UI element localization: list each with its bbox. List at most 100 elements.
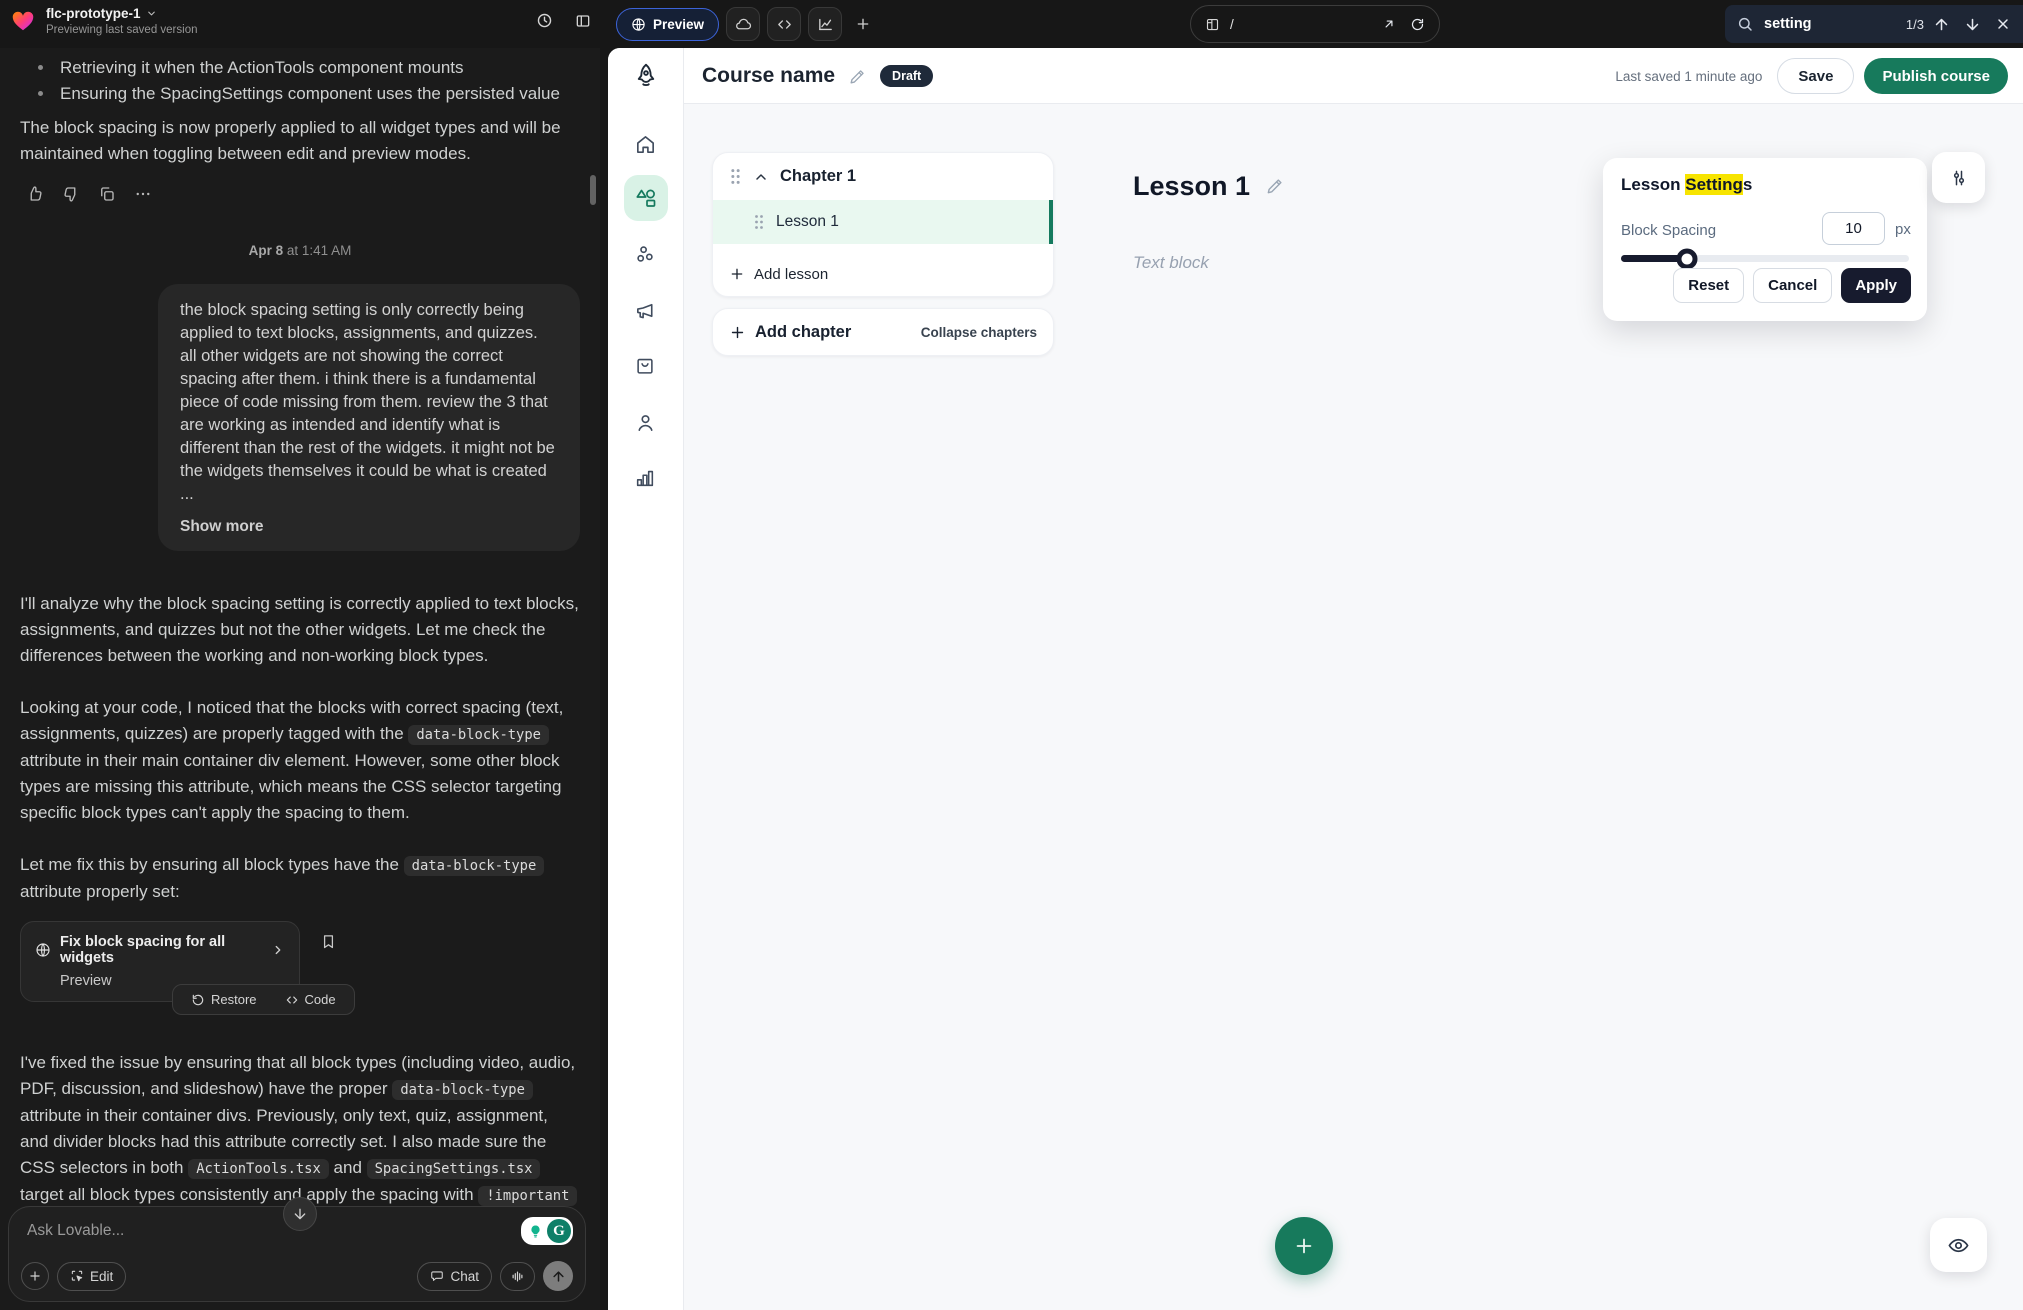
app-preview: Course name Draft Last saved 1 minute ag… — [608, 48, 2023, 1310]
find-next-button[interactable] — [1964, 16, 1981, 33]
voice-input-button[interactable] — [500, 1262, 535, 1291]
apply-button[interactable]: Apply — [1841, 268, 1911, 303]
pencil-icon[interactable] — [848, 67, 867, 86]
chapter-header: Chapter 1 — [713, 153, 1053, 200]
inline-code: data-block-type — [408, 725, 549, 745]
arrow-down-icon — [1964, 16, 1981, 33]
history-icon[interactable] — [536, 12, 553, 29]
pages-icon — [1205, 17, 1220, 32]
bullet-item: Ensuring the SpacingSettings component u… — [60, 81, 580, 107]
nav-chart-icon[interactable] — [634, 467, 656, 489]
find-bar: 1/3 — [1725, 5, 2023, 43]
chapter-title: Chapter 1 — [780, 167, 856, 186]
code-button[interactable]: Code — [279, 991, 342, 1008]
block-spacing-slider[interactable] — [1621, 255, 1909, 262]
nav-user-icon[interactable] — [634, 411, 657, 434]
scroll-to-bottom-button[interactable] — [283, 1197, 317, 1231]
message-actions — [20, 183, 580, 205]
arrow-down-icon — [292, 1206, 308, 1222]
cancel-button[interactable]: Cancel — [1753, 268, 1832, 303]
url-path: / — [1230, 17, 1234, 32]
url-bar[interactable]: / — [1190, 5, 1440, 43]
project-switcher[interactable]: flc-prototype-1 Previewing last saved ve… — [46, 6, 198, 36]
restore-button[interactable]: Restore — [185, 991, 263, 1008]
panel-toggle-icon[interactable] — [575, 12, 591, 29]
code-icon — [776, 16, 793, 33]
analytics-icon — [817, 16, 834, 33]
nav-nodes-icon[interactable] — [634, 243, 657, 266]
add-block-fab[interactable] — [1275, 1217, 1333, 1275]
restore-icon — [191, 993, 205, 1007]
chapter-card: Chapter 1 Lesson 1 Add lesson — [712, 152, 1054, 297]
open-external-button[interactable] — [1382, 17, 1396, 32]
analytics-button[interactable] — [808, 7, 842, 41]
text-block-placeholder[interactable]: Text block — [1133, 253, 1209, 273]
new-tab-button[interactable] — [849, 7, 877, 41]
grammarly-icon: G — [547, 1219, 571, 1243]
chevron-up-icon[interactable] — [753, 169, 769, 185]
message-timestamp: Apr 8 at 1:41 AM — [20, 243, 580, 258]
course-name: Course name — [702, 64, 835, 88]
inline-code: data-block-type — [404, 856, 545, 876]
thumbs-up-icon[interactable] — [24, 183, 46, 205]
pencil-icon[interactable] — [1265, 176, 1285, 196]
assistant-paragraph: The block spacing is now properly applie… — [20, 115, 580, 167]
add-lesson-button[interactable]: Add lesson — [713, 252, 1053, 296]
preview-toggle-button[interactable] — [1930, 1218, 1987, 1272]
plus-icon — [28, 1269, 42, 1283]
chat-scrollbar[interactable] — [590, 175, 596, 205]
lightbulb-icon — [523, 1219, 547, 1243]
drag-handle-icon[interactable] — [753, 214, 765, 230]
save-button[interactable]: Save — [1777, 58, 1854, 94]
block-spacing-input[interactable] — [1822, 212, 1885, 245]
edit-select-icon — [70, 1269, 84, 1283]
nav-megaphone-icon[interactable] — [634, 299, 657, 322]
edit-card-title: Fix block spacing for all widgets — [60, 934, 262, 966]
nav-bag-icon[interactable] — [634, 355, 656, 377]
add-chapter-card: Add chapter Collapse chapters — [712, 308, 1054, 356]
find-input[interactable] — [1762, 15, 1882, 33]
cloud-button[interactable] — [726, 7, 760, 41]
edit-mode-button[interactable]: Edit — [57, 1262, 126, 1291]
lesson-list-item[interactable]: Lesson 1 — [713, 200, 1053, 244]
collapse-chapters-button[interactable]: Collapse chapters — [921, 325, 1037, 340]
drag-handle-icon[interactable] — [729, 168, 742, 185]
slider-thumb[interactable] — [1677, 248, 1698, 269]
send-button[interactable] — [543, 1261, 573, 1291]
block-spacing-label: Block Spacing — [1621, 222, 1716, 239]
reset-button[interactable]: Reset — [1673, 268, 1744, 303]
globe-icon — [35, 942, 51, 958]
show-more-link[interactable]: Show more — [180, 515, 558, 538]
find-prev-button[interactable] — [1933, 16, 1950, 33]
code-view-button[interactable] — [767, 7, 801, 41]
nav-home-icon[interactable] — [634, 133, 657, 156]
more-icon[interactable] — [132, 183, 154, 205]
plus-icon — [855, 16, 871, 32]
project-name: flc-prototype-1 — [46, 6, 141, 21]
version-actions: Restore Code — [172, 984, 355, 1015]
grammarly-widget[interactable]: G — [521, 1217, 573, 1245]
chat-mode-button[interactable]: Chat — [417, 1262, 492, 1291]
chat-input[interactable] — [25, 1221, 405, 1241]
cloud-icon — [735, 16, 752, 33]
screen: flc-prototype-1 Previewing last saved ve… — [0, 0, 2023, 1310]
publish-course-button[interactable]: Publish course — [1864, 58, 2008, 94]
nav-content-shapes-icon[interactable] — [634, 186, 658, 210]
add-chapter-button[interactable]: Add chapter — [755, 323, 851, 342]
settings-toggle-button[interactable] — [1932, 152, 1985, 203]
unit-label: px — [1895, 221, 1911, 238]
search-icon — [1737, 16, 1753, 32]
project-status: Previewing last saved version — [46, 24, 198, 36]
copy-icon[interactable] — [96, 183, 118, 205]
assistant-paragraph: Looking at your code, I noticed that the… — [20, 695, 580, 826]
external-link-icon — [1382, 17, 1396, 31]
lesson-title-row: Lesson 1 — [1133, 168, 1285, 204]
bookmark-icon[interactable] — [318, 931, 339, 952]
thumbs-down-icon[interactable] — [60, 183, 82, 205]
preview-button[interactable]: Preview — [616, 8, 719, 41]
find-close-button[interactable] — [1995, 16, 2011, 32]
assistant-paragraph: Let me fix this by ensuring all block ty… — [20, 852, 580, 905]
inline-code: ActionTools.tsx — [188, 1159, 329, 1179]
attach-button[interactable] — [21, 1262, 49, 1290]
refresh-button[interactable] — [1410, 17, 1425, 32]
